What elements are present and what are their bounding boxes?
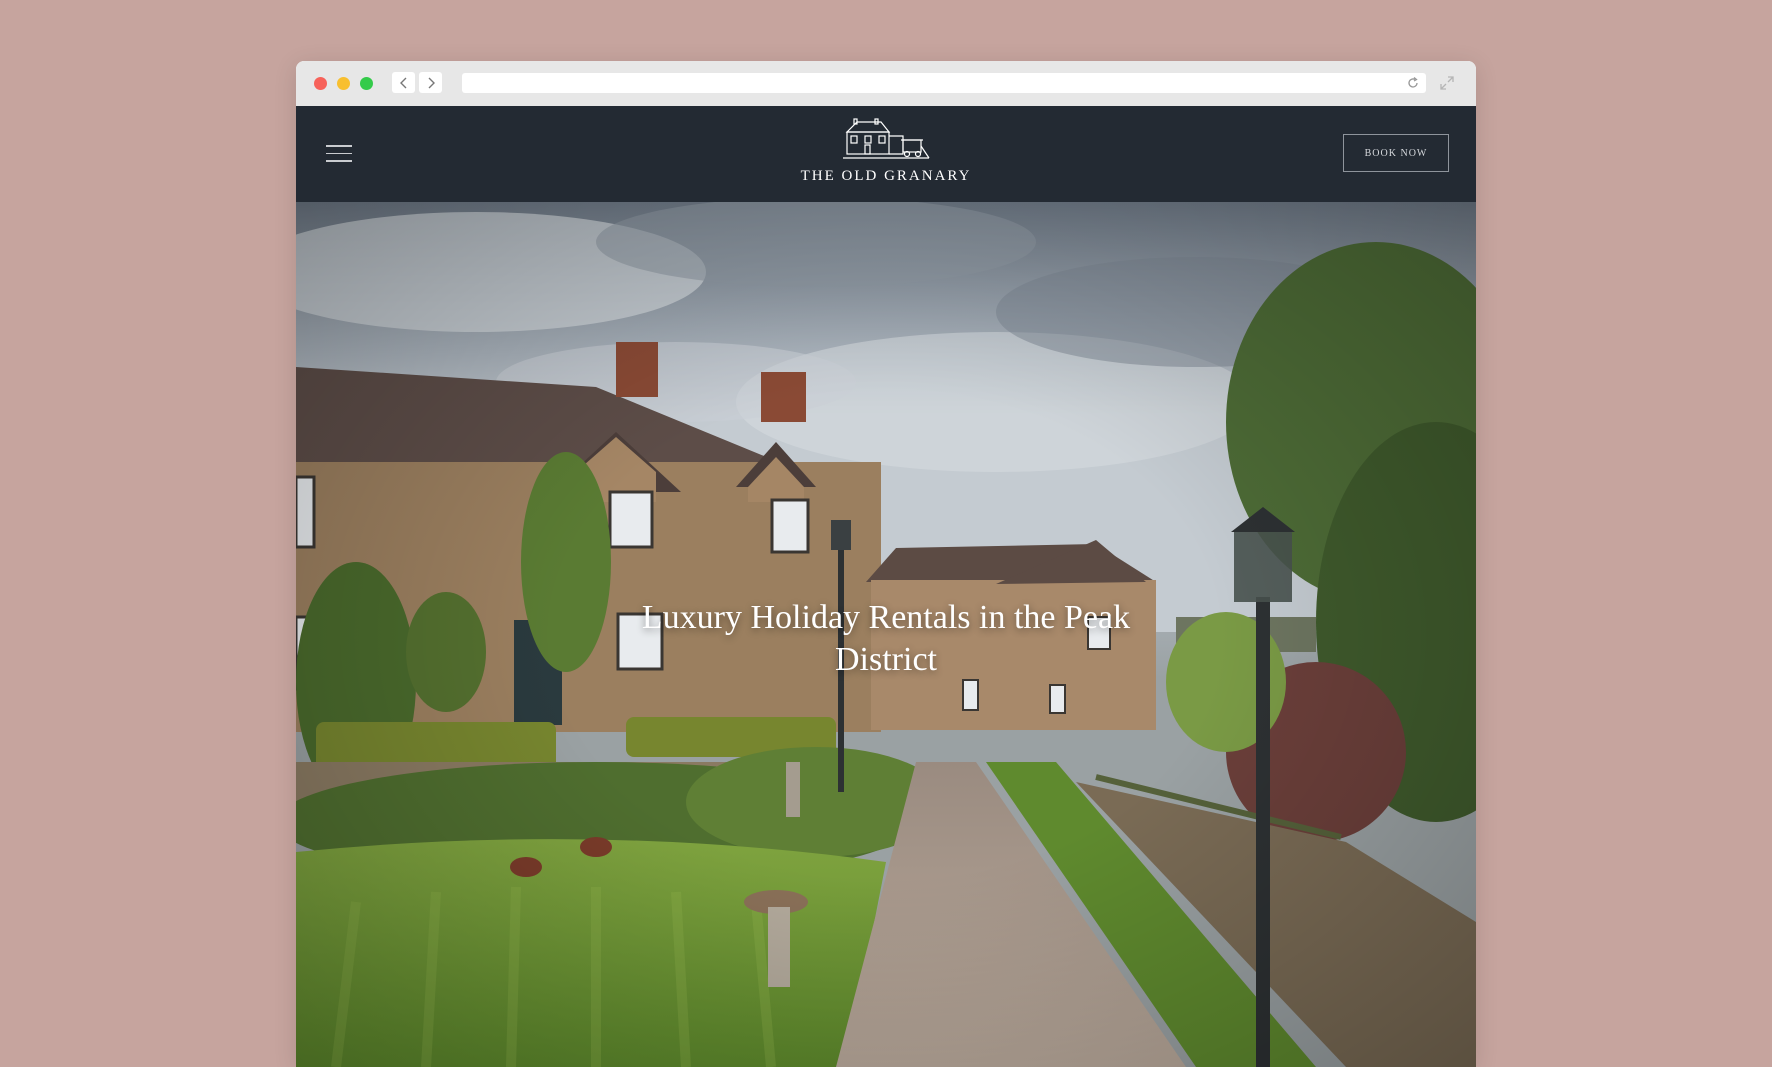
hero-title: Luxury Holiday Rentals in the Peak Distr… (641, 599, 1131, 678)
cottage-logo-icon (843, 118, 930, 159)
site-header: THE OLD GRANARY BOOK NOW (296, 106, 1476, 202)
book-now-button[interactable]: BOOK NOW (1343, 134, 1449, 172)
expand-icon[interactable] (1439, 75, 1455, 91)
reload-icon[interactable] (1406, 76, 1420, 90)
hamburger-icon[interactable] (326, 145, 352, 163)
chevron-left-icon (399, 77, 406, 88)
chevron-right-icon (428, 77, 435, 88)
browser-window: THE OLD GRANARY BOOK NOW Luxury Holiday … (296, 61, 1476, 1067)
hero-section: Luxury Holiday Rentals in the Peak Distr… (296, 202, 1476, 1067)
minimize-window-button[interactable] (337, 77, 350, 90)
close-window-button[interactable] (314, 77, 327, 90)
forward-button[interactable] (419, 72, 442, 93)
logo-text: THE OLD GRANARY (800, 168, 972, 184)
browser-toolbar (296, 61, 1476, 107)
back-button[interactable] (392, 72, 415, 93)
maximize-window-button[interactable] (360, 77, 373, 90)
address-bar[interactable] (462, 73, 1426, 93)
site-logo[interactable]: THE OLD GRANARY (736, 118, 1036, 194)
